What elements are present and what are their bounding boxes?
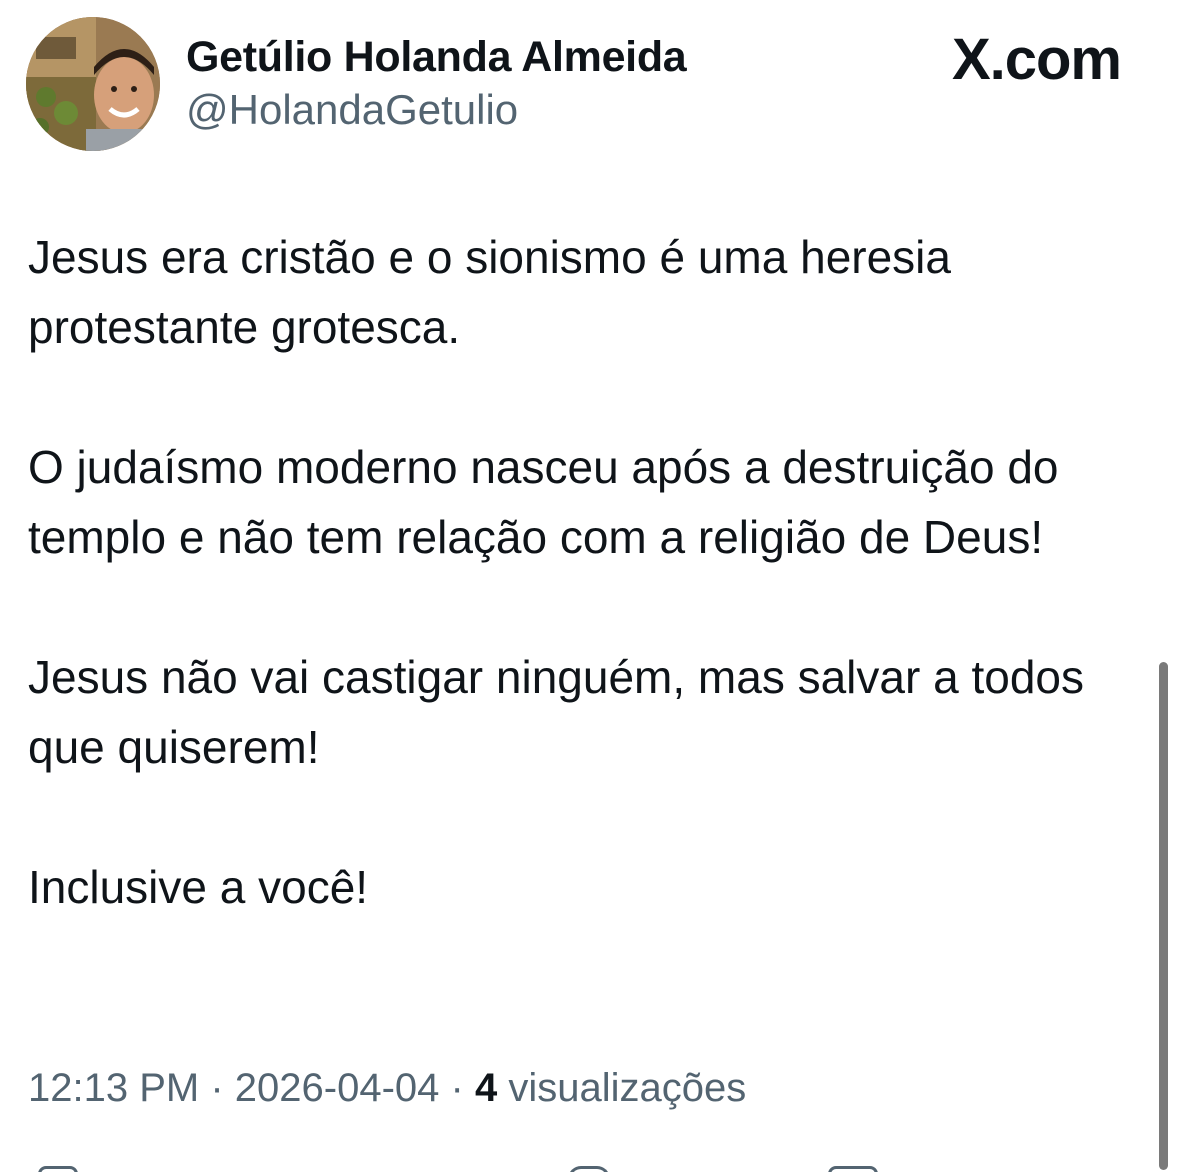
bookmark-icon[interactable]: [828, 1166, 878, 1172]
profile-photo-avatar-icon: [26, 17, 160, 151]
tweet-paragraph: Inclusive a você!: [28, 861, 369, 913]
meta-separator: ·: [210, 1066, 224, 1110]
tweet-card: Getúlio Holanda Almeida @HolandaGetulio …: [0, 0, 1179, 1172]
meta-separator: ·: [450, 1066, 464, 1110]
tweet-time[interactable]: 12:13 PM: [28, 1066, 199, 1110]
tweet-paragraph: Jesus era cristão e o sionismo é uma her…: [28, 231, 951, 353]
tweet-paragraph: O judaísmo moderno nasceu após a destrui…: [28, 441, 1059, 563]
action-bar: [0, 1164, 1179, 1172]
tweet-date[interactable]: 2026-04-04: [235, 1066, 440, 1110]
scrollbar[interactable]: [1159, 662, 1168, 1170]
like-icon[interactable]: [568, 1166, 610, 1172]
tweet-paragraph: Jesus não vai castigar ninguém, mas salv…: [28, 651, 1084, 773]
x-brand-logo: X.com: [951, 27, 1122, 92]
author-name[interactable]: Getúlio Holanda Almeida: [186, 33, 687, 82]
reply-icon[interactable]: [38, 1166, 78, 1172]
tweet-metadata: 12:13 PM · 2026-04-04 · 4 visualizações: [28, 1066, 746, 1111]
views-count[interactable]: 4: [475, 1066, 497, 1110]
tweet-text: Jesus era cristão e o sionismo é uma her…: [28, 222, 1138, 922]
views-label: visualizações: [508, 1066, 747, 1110]
avatar[interactable]: [26, 17, 160, 151]
author-handle[interactable]: @HolandaGetulio: [186, 86, 518, 134]
